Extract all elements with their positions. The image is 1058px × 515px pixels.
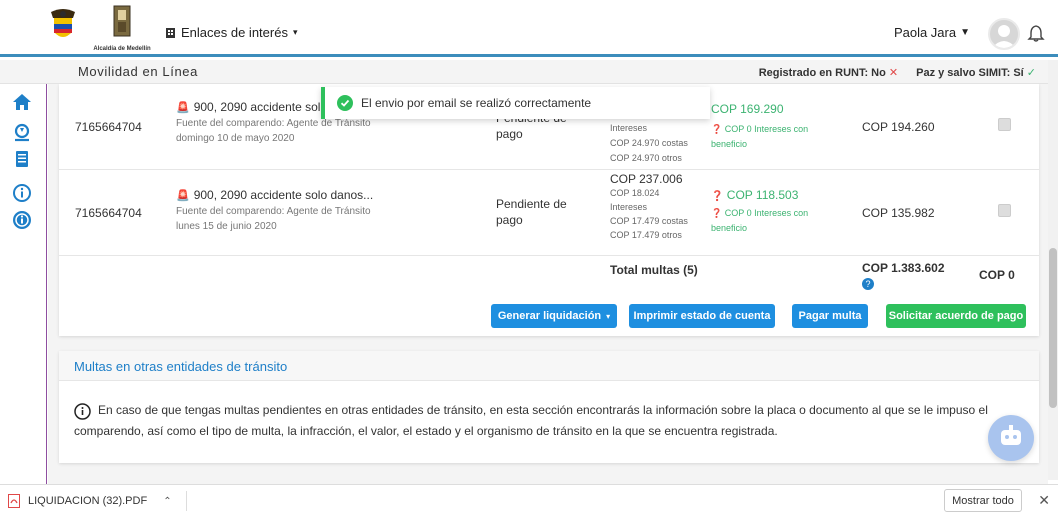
interests-label: Intereses bbox=[610, 202, 648, 212]
table-row: 7165664704 🚨 900, 2090 accidente solo da… bbox=[59, 170, 1039, 256]
links-label: Enlaces de interés bbox=[181, 25, 288, 40]
tow-truck-icon: 🚨 bbox=[176, 101, 190, 114]
other-entities-title: Multas en otras entidades de tránsito bbox=[74, 359, 288, 374]
fine-amount: COP 237.006 bbox=[610, 172, 683, 186]
runt-status: Registrado en RUNT: No ✕ bbox=[759, 66, 898, 79]
fine-breakdown: COP 237.006 COP 18.024 Intereses COP 17.… bbox=[610, 172, 688, 242]
robot-icon bbox=[1001, 425, 1021, 445]
fine-title: 900, 2090 accidente solo danos... bbox=[193, 188, 374, 202]
other-entities-text: En caso de que tengas multas pendientes … bbox=[74, 403, 988, 438]
logo-caption: Alcaldía de Medellín bbox=[93, 46, 151, 52]
building-icon bbox=[166, 27, 175, 38]
info-icon bbox=[74, 403, 91, 420]
fine-total: COP 194.260 bbox=[862, 120, 935, 134]
costs: COP 24.970 costas bbox=[610, 138, 688, 148]
info-icon[interactable] bbox=[12, 183, 32, 203]
selected-total: COP 0 bbox=[979, 268, 1015, 282]
fine-date: lunes 15 de junio 2020 bbox=[176, 221, 277, 232]
section-title: Movilidad en Línea bbox=[78, 64, 198, 79]
show-all-button[interactable]: Mostrar todo bbox=[944, 489, 1022, 512]
total-value: COP 1.383.602 bbox=[862, 261, 945, 275]
fine-id: 7165664704 bbox=[75, 120, 142, 134]
user-menu[interactable]: Paola Jara ▼ bbox=[894, 25, 970, 40]
user-avatar-icon bbox=[992, 25, 1016, 48]
print-statement-button[interactable]: Imprimir estado de cuenta bbox=[629, 304, 775, 328]
discount-note-text: COP 0 Intereses con beneficio bbox=[711, 208, 809, 233]
user-name: Paola Jara bbox=[893, 25, 957, 40]
fine-total: COP 135.982 bbox=[862, 206, 935, 220]
traffic-sign-icon[interactable] bbox=[12, 122, 32, 142]
generate-label: Generar liquidación bbox=[497, 310, 602, 322]
question-icon: ❓ bbox=[711, 191, 724, 202]
discount-note: ❓ COP 0 Intereses con beneficio bbox=[711, 206, 831, 236]
discount-note: ❓ COP 0 Intereses con beneficio bbox=[711, 122, 831, 152]
pay-fine-button[interactable]: Pagar multa bbox=[792, 304, 868, 328]
total-label: Total multas (5) bbox=[610, 263, 698, 277]
discount-value-text: COP 118.503 bbox=[726, 188, 799, 202]
other-entities-header: Multas en otras entidades de tránsito bbox=[59, 351, 1039, 381]
others: COP 24.970 otros bbox=[610, 153, 682, 163]
close-icon[interactable]: ✕ bbox=[1038, 492, 1050, 509]
others: COP 17.479 otros bbox=[610, 230, 682, 240]
fine-status: Pendiente de pago bbox=[496, 197, 567, 227]
chat-bot-button[interactable] bbox=[988, 415, 1034, 461]
question-icon[interactable]: ? bbox=[862, 278, 874, 290]
select-checkbox[interactable] bbox=[998, 118, 1011, 131]
download-item[interactable]: LIQUIDACION (32).PDF ⌃ bbox=[8, 491, 187, 511]
bell-icon[interactable] bbox=[1027, 24, 1045, 42]
runt-label: Registrado en RUNT: No bbox=[758, 67, 886, 79]
left-sidebar bbox=[0, 84, 47, 484]
scrollbar-thumb[interactable] bbox=[1049, 248, 1057, 408]
alcaldia-logo[interactable]: Alcaldía de Medellín bbox=[92, 4, 152, 52]
other-entities-body: En caso de que tengas multas pendientes … bbox=[74, 400, 1024, 442]
discount-value: ❓ COP 118.503 bbox=[711, 188, 798, 202]
question-icon: ❓ bbox=[711, 124, 723, 134]
fines-panel: 7165664704 🚨 900, 2090 accidente solo Fu… bbox=[59, 84, 1039, 336]
help-icon[interactable] bbox=[12, 210, 32, 230]
interests-label: Intereses bbox=[610, 123, 648, 133]
fine-id: 7165664704 bbox=[75, 206, 142, 220]
caret-down-icon: ▾ bbox=[292, 27, 298, 37]
fine-source: Fuente del comparendo: Agente de Tránsit… bbox=[176, 206, 371, 217]
links-dropdown[interactable]: Enlaces de interés ▾ bbox=[165, 25, 297, 40]
top-navbar: Alcaldía de Medellín Enlaces de interés … bbox=[0, 0, 1058, 57]
pdf-icon bbox=[8, 494, 20, 508]
fine-breakdown: Intereses COP 24.970 costas COP 24.970 o… bbox=[610, 121, 688, 166]
avatar[interactable] bbox=[988, 18, 1020, 50]
document-icon[interactable] bbox=[12, 149, 32, 169]
coat-of-arms-logo[interactable] bbox=[49, 8, 77, 44]
home-icon[interactable] bbox=[12, 92, 32, 112]
fine-description[interactable]: 🚨 900, 2090 accidente solo danos... Fuen… bbox=[176, 188, 373, 232]
discount-value: COP 169.290 bbox=[711, 102, 784, 116]
toast-message: El envio por email se realizó correctame… bbox=[361, 96, 592, 110]
payment-agreement-button[interactable]: Solicitar acuerdo de pago bbox=[886, 304, 1026, 328]
download-file-name: LIQUIDACION (32).PDF bbox=[28, 495, 148, 507]
chevron-up-icon[interactable]: ⌃ bbox=[163, 496, 171, 507]
status-indicators: Registrado en RUNT: No ✕ Paz y salvo SIM… bbox=[759, 66, 1036, 79]
caret-down-icon: ▼ bbox=[960, 27, 970, 38]
generate-liquidation-button[interactable]: Generar liquidación ▾ bbox=[491, 304, 617, 328]
question-icon: ❓ bbox=[711, 208, 723, 218]
sub-header: Movilidad en Línea Registrado en RUNT: N… bbox=[0, 60, 1058, 84]
main-content: 7165664704 🚨 900, 2090 accidente solo Fu… bbox=[48, 84, 1048, 484]
alcaldia-emblem-icon bbox=[113, 5, 131, 37]
fine-source: Fuente del comparendo: Agente de Tránsit… bbox=[176, 118, 371, 129]
fine-date: domingo 10 de mayo 2020 bbox=[176, 133, 295, 144]
select-checkbox[interactable] bbox=[998, 204, 1011, 217]
fine-title: 900, 2090 accidente solo bbox=[193, 100, 328, 114]
costs: COP 17.479 costas bbox=[610, 216, 688, 226]
cross-icon: ✕ bbox=[888, 67, 899, 79]
simit-label: Paz y salvo SIMIT: Sí bbox=[916, 67, 1024, 79]
simit-status: Paz y salvo SIMIT: Sí ✓ bbox=[916, 66, 1036, 79]
other-entities-panel: Multas en otras entidades de tránsito En… bbox=[59, 351, 1039, 463]
totals-row: Total multas (5) COP 1.383.602 ? COP 0 bbox=[59, 256, 1039, 296]
tow-truck-icon: 🚨 bbox=[176, 189, 190, 202]
check-circle-icon bbox=[337, 95, 353, 111]
interests-value: COP 18.024 bbox=[610, 188, 660, 198]
download-bar: LIQUIDACION (32).PDF ⌃ Mostrar todo ✕ bbox=[0, 484, 1058, 515]
success-toast: El envio por email se realizó correctame… bbox=[321, 87, 710, 119]
discount-note-text: COP 0 Intereses con beneficio bbox=[711, 124, 809, 149]
check-icon: ✓ bbox=[1026, 67, 1036, 79]
caret-down-icon: ▾ bbox=[606, 311, 611, 321]
